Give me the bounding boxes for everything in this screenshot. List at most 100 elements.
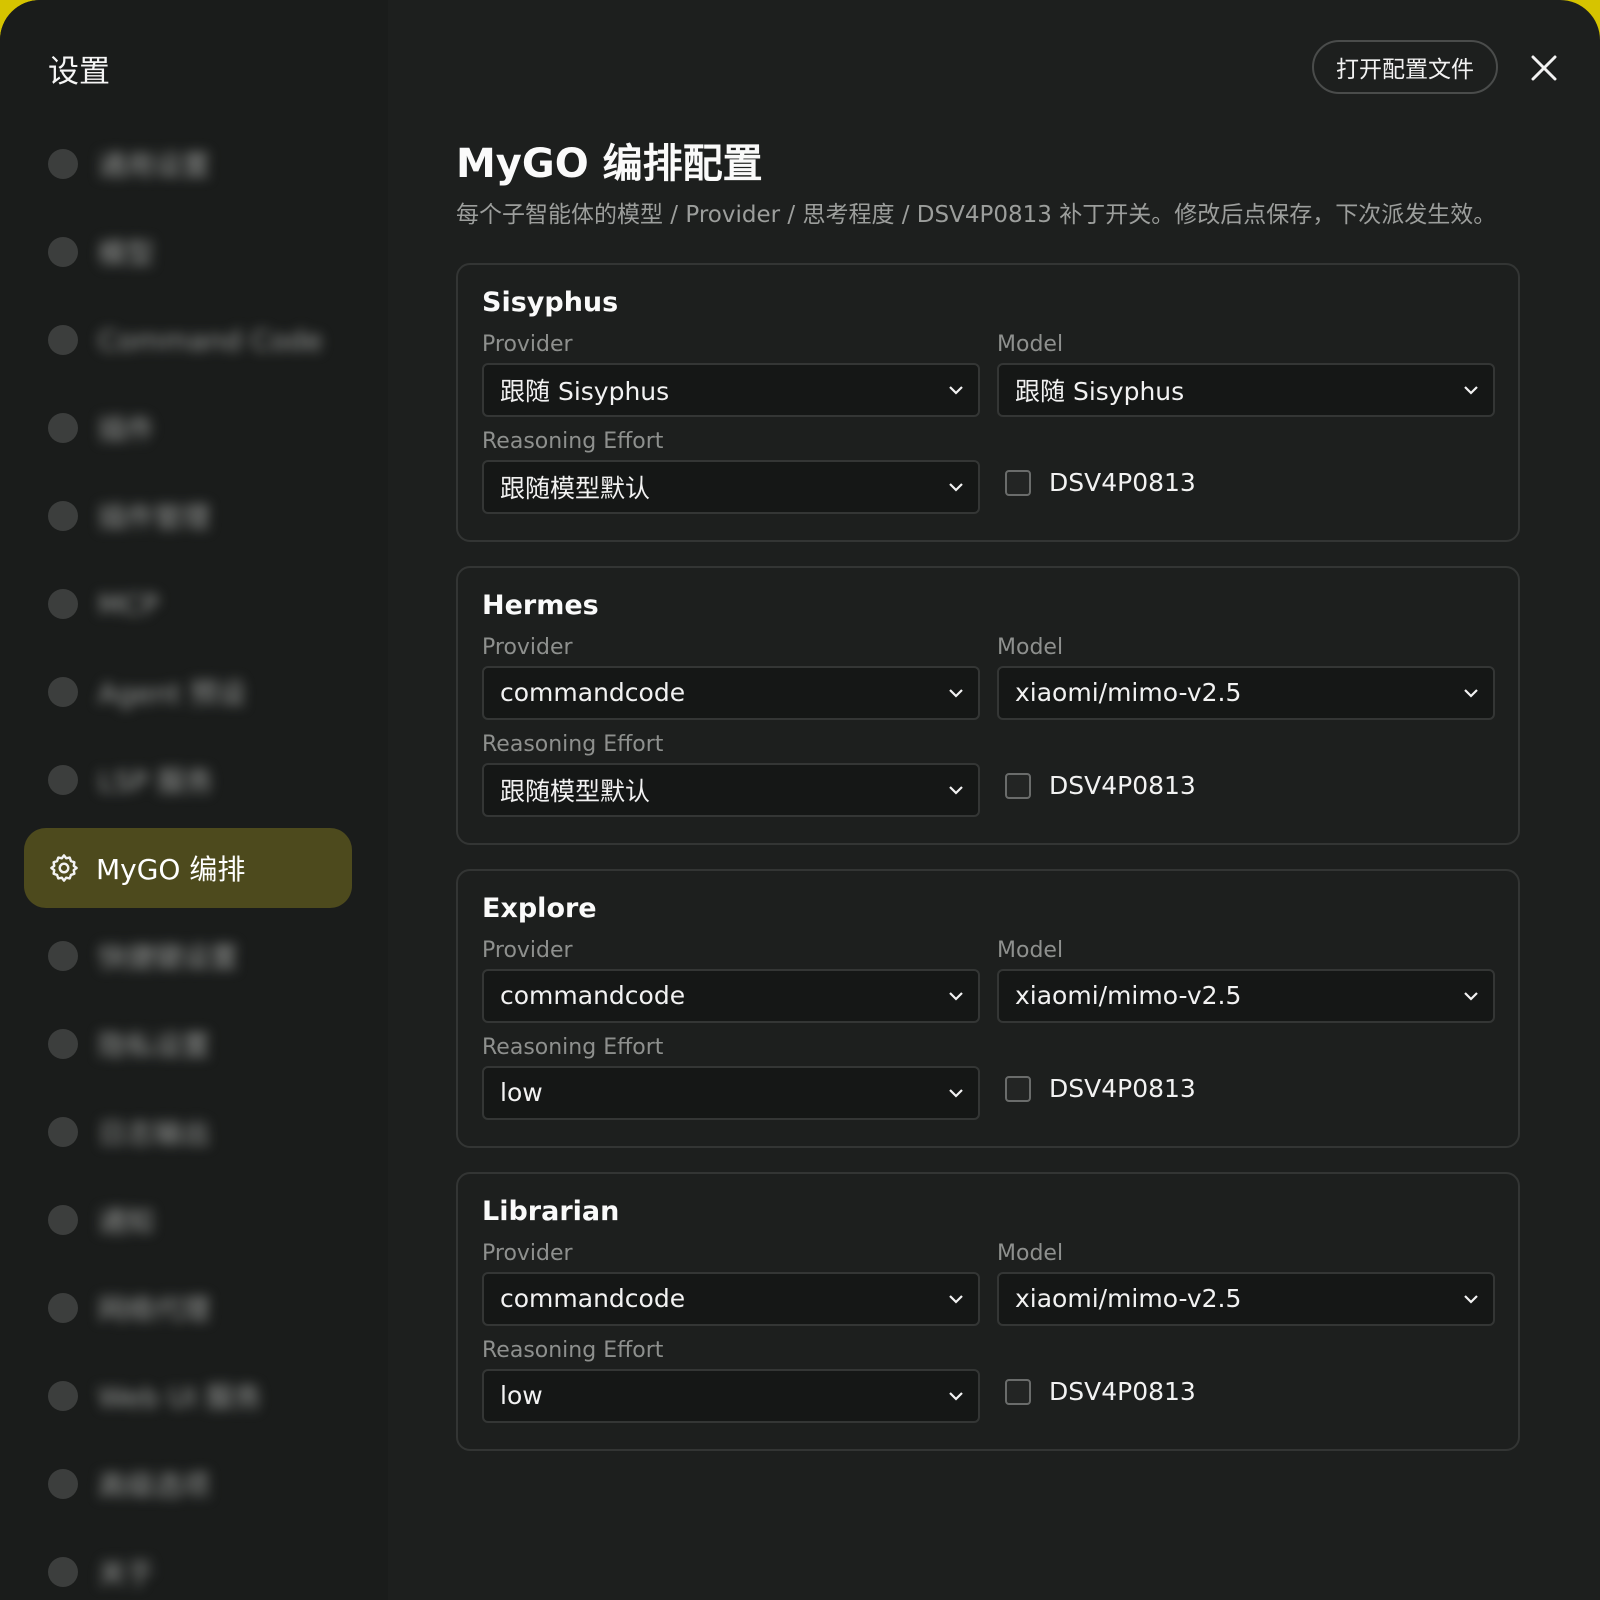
sidebar-nav: 通用设置 模型 Command Code 插件 插件管理 MCP Agent 预…: [24, 124, 352, 1600]
model-label: Model: [997, 1240, 1064, 1266]
patch-checkbox[interactable]: [1005, 1075, 1031, 1102]
sidebar-item-label: 通用设置: [98, 149, 211, 182]
nav-icon: [48, 1029, 78, 1059]
reasoning-select[interactable]: low: [482, 1065, 980, 1120]
sidebar-item[interactable]: 日志输出: [24, 1092, 352, 1172]
sidebar-item-label: LSP 服务: [98, 765, 214, 798]
sidebar-item-label: 网络代理: [98, 1293, 211, 1326]
chevron-down-icon: [949, 482, 963, 492]
sidebar-item-label: 高级选项: [98, 1469, 211, 1502]
agent-card-explore: Explore Provider commandcode Model xiaom…: [456, 868, 1520, 1148]
main-content: MyGO 编排配置 每个子智能体的模型 / Provider / 思考程度 / …: [456, 140, 1520, 1475]
close-button[interactable]: [1524, 48, 1564, 88]
nav-icon: [48, 1205, 78, 1235]
sidebar-item-label: Command Code: [98, 323, 323, 357]
sidebar-item[interactable]: 快捷键设置: [24, 916, 352, 996]
reasoning-select[interactable]: low: [482, 1368, 980, 1423]
nav-icon: [48, 1293, 78, 1323]
model-label: Model: [997, 937, 1064, 963]
agent-name: Librarian: [482, 1195, 620, 1227]
model-select[interactable]: xiaomi/mimo-v2.5: [997, 968, 1495, 1023]
close-icon: [1531, 55, 1557, 81]
chevron-down-icon: [949, 785, 963, 795]
sidebar-item-label: 快捷键设置: [98, 941, 239, 974]
patch-label: DSV4P0813: [1049, 1377, 1196, 1406]
gear-icon: [50, 854, 78, 882]
sidebar-item[interactable]: 插件管理: [24, 476, 352, 556]
sidebar-item-label: Agent 预设: [98, 677, 246, 710]
agent-card-hermes: Hermes Provider commandcode Model xiaomi…: [456, 565, 1520, 845]
provider-label: Provider: [482, 331, 573, 357]
sidebar-item-label: 插件: [98, 413, 155, 446]
reasoning-label: Reasoning Effort: [482, 1034, 664, 1060]
chevron-down-icon: [1464, 385, 1478, 395]
patch-checkbox[interactable]: [1005, 772, 1031, 799]
provider-label: Provider: [482, 634, 573, 660]
sidebar-item-mygo[interactable]: MyGO 编排: [24, 828, 352, 908]
provider-value: 跟随 Sisyphus: [500, 376, 670, 406]
sidebar-item[interactable]: 网络代理: [24, 1268, 352, 1348]
sidebar-item[interactable]: LSP 服务: [24, 740, 352, 820]
reasoning-label: Reasoning Effort: [482, 731, 664, 757]
nav-icon: [48, 1381, 78, 1411]
chevron-down-icon: [1464, 1294, 1478, 1304]
sidebar-item[interactable]: Command Code: [24, 300, 352, 380]
reasoning-select[interactable]: 跟随模型默认: [482, 762, 980, 817]
provider-label: Provider: [482, 1240, 573, 1266]
sidebar-item[interactable]: Agent 预设: [24, 652, 352, 732]
chevron-down-icon: [949, 1088, 963, 1098]
nav-icon: [48, 1469, 78, 1499]
agent-card-librarian: Librarian Provider commandcode Model xia…: [456, 1171, 1520, 1451]
sidebar-item[interactable]: MCP: [24, 564, 352, 644]
sidebar-item-label: MyGO 编排: [96, 853, 246, 886]
sidebar-item[interactable]: 插件: [24, 388, 352, 468]
reasoning-label: Reasoning Effort: [482, 1337, 664, 1363]
model-value: xiaomi/mimo-v2.5: [1015, 1284, 1242, 1313]
provider-select[interactable]: commandcode: [482, 665, 980, 720]
model-select[interactable]: 跟随 Sisyphus: [997, 362, 1495, 417]
model-value: xiaomi/mimo-v2.5: [1015, 678, 1242, 707]
provider-select[interactable]: 跟随 Sisyphus: [482, 362, 980, 417]
chevron-down-icon: [949, 1294, 963, 1304]
chevron-down-icon: [949, 991, 963, 1001]
sidebar-item-label: 插件管理: [98, 501, 211, 534]
model-select[interactable]: xiaomi/mimo-v2.5: [997, 1271, 1495, 1326]
sidebar-item-label: 日志输出: [98, 1117, 211, 1150]
patch-checkbox[interactable]: [1005, 1378, 1031, 1405]
sidebar-item[interactable]: 模型: [24, 212, 352, 292]
patch-label: DSV4P0813: [1049, 1074, 1196, 1103]
model-select[interactable]: xiaomi/mimo-v2.5: [997, 665, 1495, 720]
sidebar-item-label: 通知: [98, 1205, 155, 1238]
patch-checkbox[interactable]: [1005, 469, 1031, 496]
nav-icon: [48, 413, 78, 443]
page-title: MyGO 编排配置: [456, 141, 763, 187]
reasoning-value: low: [500, 1381, 543, 1410]
provider-label: Provider: [482, 937, 573, 963]
chevron-down-icon: [949, 688, 963, 698]
open-config-button[interactable]: 打开配置文件: [1312, 40, 1498, 94]
agent-name: Explore: [482, 892, 597, 924]
nav-icon: [48, 149, 78, 179]
reasoning-select[interactable]: 跟随模型默认: [482, 459, 980, 514]
nav-icon: [48, 237, 78, 267]
sidebar-item[interactable]: 通用设置: [24, 124, 352, 204]
model-value: xiaomi/mimo-v2.5: [1015, 981, 1242, 1010]
model-value: 跟随 Sisyphus: [1015, 376, 1185, 406]
reasoning-value: low: [500, 1078, 543, 1107]
sidebar-item[interactable]: 高级选项: [24, 1444, 352, 1524]
sidebar-item[interactable]: Web UI 服务: [24, 1356, 352, 1436]
provider-value: commandcode: [500, 981, 686, 1010]
nav-icon: [48, 325, 78, 355]
provider-select[interactable]: commandcode: [482, 968, 980, 1023]
agent-name: Sisyphus: [482, 286, 619, 318]
sidebar-item[interactable]: 通知: [24, 1180, 352, 1260]
nav-icon: [48, 1557, 78, 1587]
agent-card-sisyphus: Sisyphus Provider 跟随 Sisyphus Model 跟随 S…: [456, 262, 1520, 542]
sidebar-item[interactable]: 隐私设置: [24, 1004, 352, 1084]
model-label: Model: [997, 634, 1064, 660]
sidebar-item[interactable]: 关于: [24, 1532, 352, 1600]
provider-select[interactable]: commandcode: [482, 1271, 980, 1326]
nav-icon: [48, 501, 78, 531]
patch-label: DSV4P0813: [1049, 771, 1196, 800]
nav-icon: [48, 765, 78, 795]
